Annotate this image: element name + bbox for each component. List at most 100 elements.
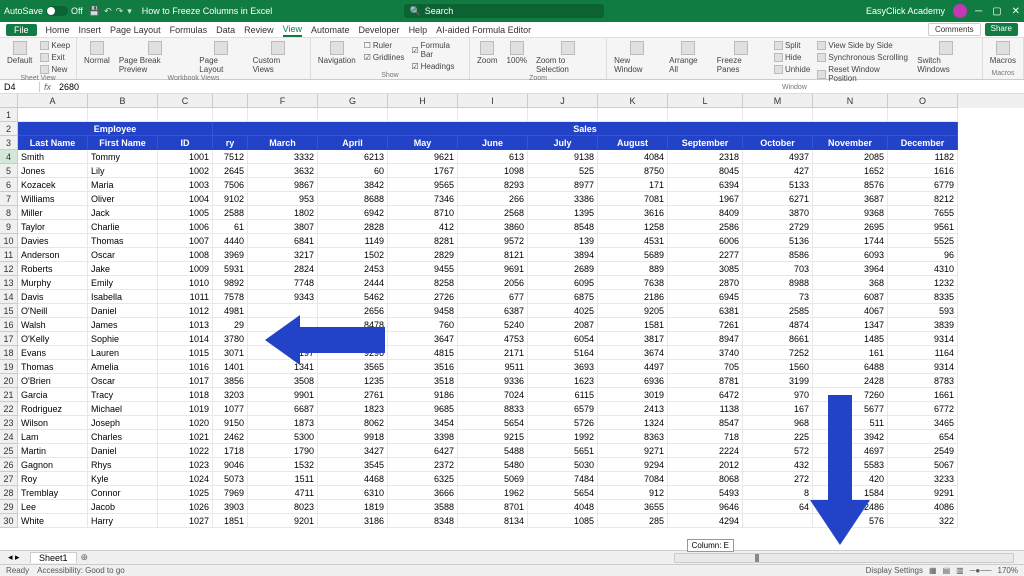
col-header[interactable] [213,94,248,108]
cell[interactable]: 3969 [213,248,248,262]
cell[interactable]: 4067 [813,304,888,318]
formula-input[interactable]: 2680 [55,82,83,92]
cell[interactable]: 1395 [528,206,598,220]
unhide-button[interactable]: Unhide [772,64,812,75]
zoom100-button[interactable]: 100% [504,40,530,66]
row-header[interactable]: 17 [0,332,18,346]
cell[interactable]: Amelia [88,360,158,374]
cell[interactable]: 4086 [888,500,958,514]
cell[interactable]: 1004 [158,192,213,206]
cell[interactable]: 3233 [888,472,958,486]
cell[interactable]: 8548 [528,220,598,234]
switch-button[interactable]: Switch Windows [914,40,977,75]
cell[interactable]: 2318 [668,150,743,164]
cell[interactable]: 6394 [668,178,743,192]
cell[interactable]: 1718 [213,444,248,458]
cell[interactable]: 1616 [888,164,958,178]
row-header[interactable]: 27 [0,472,18,486]
cell[interactable] [318,108,388,122]
cell[interactable]: 1006 [158,220,213,234]
cell[interactable]: 5136 [743,234,813,248]
cell[interactable]: O'Kelly [18,332,88,346]
cell[interactable]: 4440 [213,234,248,248]
row-header[interactable]: 5 [0,164,18,178]
row-header[interactable]: 20 [0,374,18,388]
cell[interactable]: 4497 [598,360,668,374]
cell[interactable]: 1324 [598,416,668,430]
cell[interactable]: 3085 [668,262,743,276]
col-header[interactable]: M [743,94,813,108]
cell[interactable]: 5726 [528,416,598,430]
cell[interactable]: August [598,136,668,150]
zoom-slider[interactable]: ─●── [970,566,992,575]
cell[interactable]: 2568 [458,206,528,220]
cell[interactable]: Daniel [88,304,158,318]
cell[interactable]: 2277 [668,248,743,262]
ruler-check[interactable]: ☐ Ruler [362,40,407,51]
cell[interactable]: 3903 [213,500,248,514]
cell[interactable]: 1511 [248,472,318,486]
close-icon[interactable]: ✕ [1012,6,1020,17]
cell[interactable]: 3807 [248,220,318,234]
spreadsheet-grid[interactable]: A B C F G H I J K L M N O 12EmployeeSale… [0,94,1024,544]
cell[interactable]: 3508 [248,374,318,388]
cell[interactable]: 4981 [213,304,248,318]
cell[interactable]: 1077 [213,402,248,416]
cell[interactable]: 5931 [213,262,248,276]
cell[interactable]: 1532 [248,458,318,472]
split-button[interactable]: Split [772,40,812,51]
cell[interactable]: 5654 [458,416,528,430]
hide-button[interactable]: Hide [772,52,812,63]
row-header[interactable]: 13 [0,276,18,290]
cell[interactable]: 4025 [528,304,598,318]
cell[interactable]: 2726 [388,290,458,304]
cell[interactable]: 2585 [743,304,813,318]
cell[interactable]: 2586 [668,220,743,234]
cell[interactable]: 6488 [813,360,888,374]
cell[interactable]: 5488 [458,444,528,458]
cell[interactable]: 9150 [213,416,248,430]
cell[interactable]: 8134 [458,514,528,528]
cell[interactable] [743,514,813,528]
cell[interactable]: 29 [213,318,248,332]
cell[interactable]: 1007 [158,234,213,248]
cell[interactable]: 3398 [388,430,458,444]
name-box[interactable]: D4 [0,82,40,92]
cell[interactable]: 5300 [248,430,318,444]
tab-home[interactable]: Home [46,24,70,36]
cell[interactable]: 953 [248,192,318,206]
zoom-level[interactable]: 170% [998,566,1018,575]
cell[interactable]: 3616 [598,206,668,220]
cell[interactable]: 8833 [458,402,528,416]
cell[interactable]: 7346 [388,192,458,206]
cell[interactable]: 6381 [668,304,743,318]
cell[interactable]: 8335 [888,290,958,304]
cell[interactable]: 3332 [248,150,318,164]
select-all-corner[interactable] [0,94,18,108]
cell[interactable]: April [318,136,388,150]
tab-data[interactable]: Data [216,24,235,36]
fx-icon[interactable]: fx [40,82,55,92]
row-header[interactable]: 19 [0,360,18,374]
cell[interactable]: 9646 [668,500,743,514]
customviews-button[interactable]: Custom Views [250,40,306,75]
cell[interactable]: 7084 [598,472,668,486]
cell[interactable]: 1992 [528,430,598,444]
cell[interactable]: 5493 [668,486,743,500]
cell[interactable]: Lily [88,164,158,178]
cell[interactable]: November [813,136,888,150]
cell[interactable]: Sophie [88,332,158,346]
row-header[interactable]: 22 [0,402,18,416]
tab-automate[interactable]: Automate [311,24,350,36]
cell[interactable]: 1767 [388,164,458,178]
cell[interactable]: 4815 [388,346,458,360]
account-name[interactable]: EasyClick Academy [866,6,945,16]
cell[interactable]: 1790 [248,444,318,458]
cell[interactable]: 2645 [213,164,248,178]
row-header[interactable]: 11 [0,248,18,262]
cell[interactable]: 5164 [528,346,598,360]
cell[interactable]: 9867 [248,178,318,192]
add-sheet-button[interactable]: ⊕ [81,552,89,563]
cell[interactable]: 912 [598,486,668,500]
cell[interactable]: 3687 [813,192,888,206]
